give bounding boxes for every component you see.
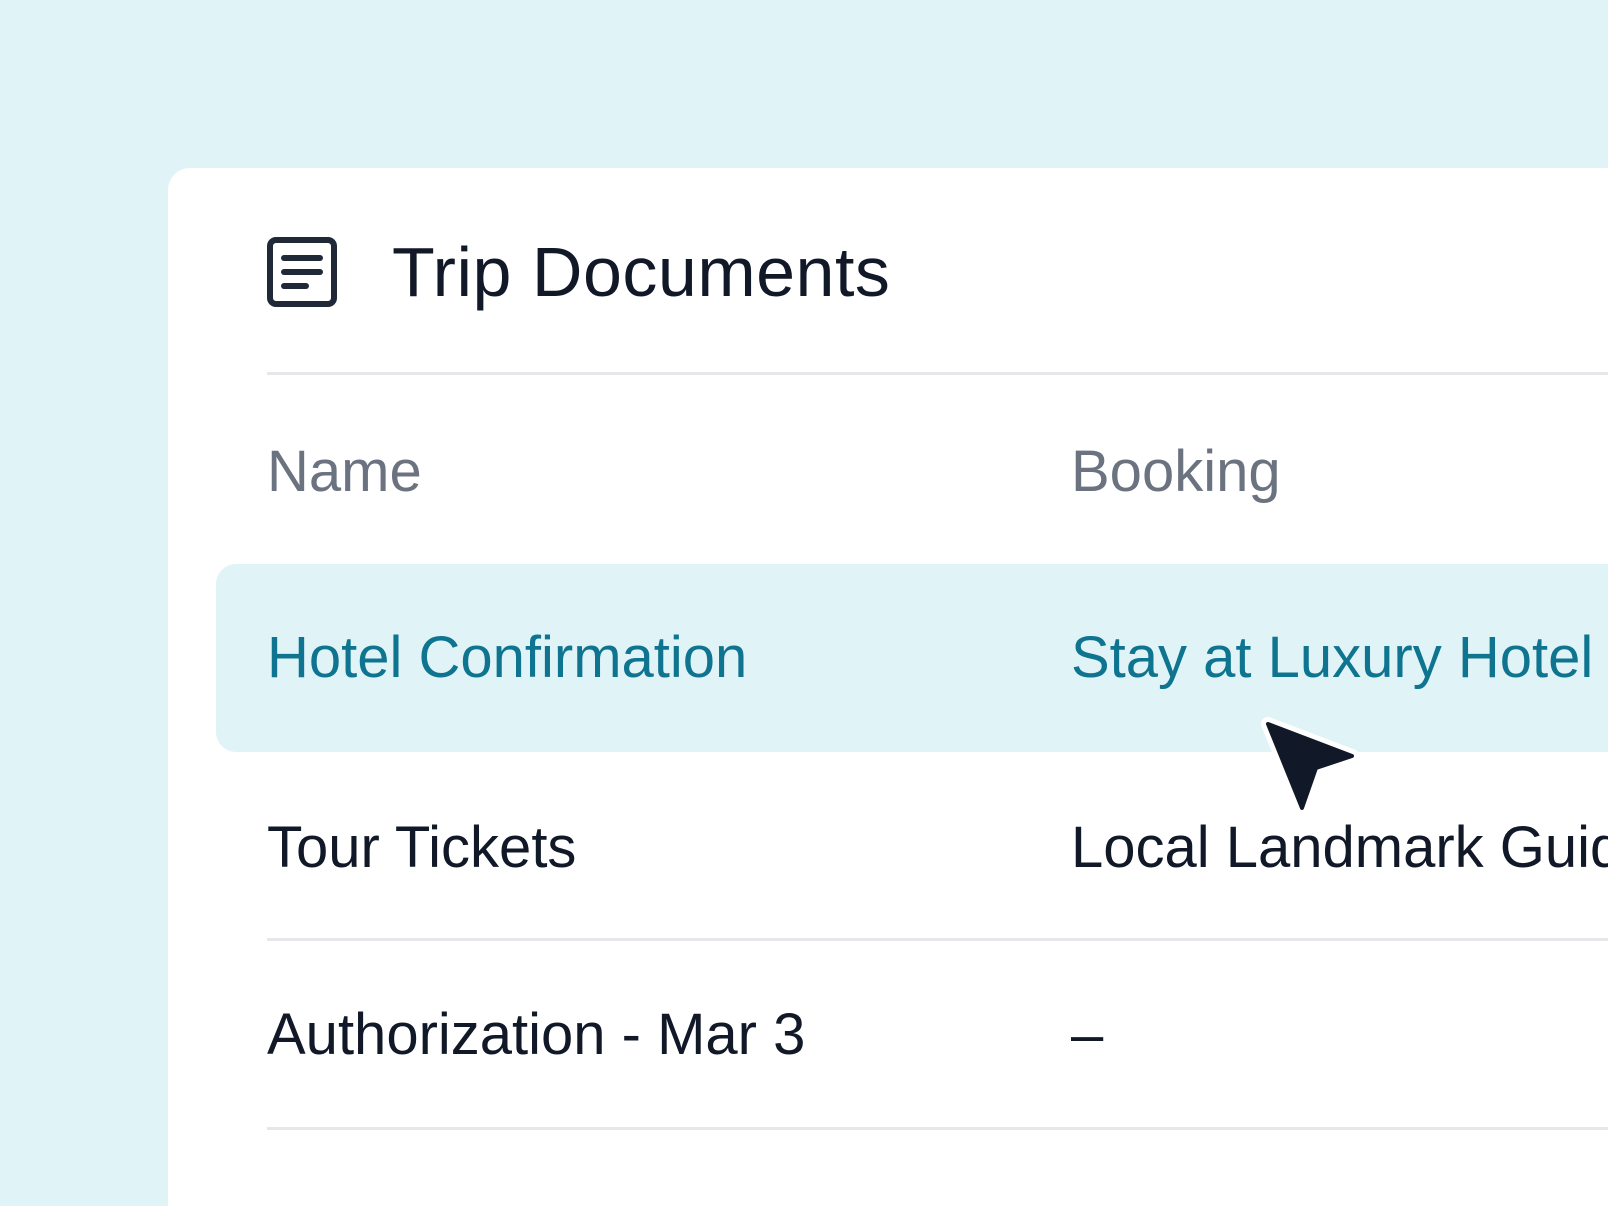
- table-row[interactable]: Tour Tickets Local Landmark Guided Tour: [168, 808, 1608, 888]
- row-name-cell[interactable]: Authorization - Mar 3: [267, 995, 805, 1075]
- row-name-cell[interactable]: Hotel Confirmation: [267, 618, 747, 698]
- table-row[interactable]: Hotel Confirmation Stay at Luxury Hotel: [168, 618, 1608, 698]
- row-booking-cell: –: [1071, 1002, 1104, 1067]
- row-divider: [267, 938, 1608, 941]
- trip-documents-card: Trip Documents Name Booking Hotel Confir…: [168, 168, 1608, 1206]
- column-header-name[interactable]: Name: [267, 432, 422, 512]
- column-header-booking[interactable]: Booking: [1071, 432, 1281, 512]
- row-booking-cell[interactable]: Local Landmark Guided Tour: [1071, 808, 1608, 888]
- documents-table: Name Booking Hotel Confirmation Stay at …: [168, 168, 1608, 1206]
- table-row[interactable]: Authorization - Mar 3 –: [168, 995, 1608, 1075]
- row-booking-cell[interactable]: Stay at Luxury Hotel: [1071, 618, 1593, 698]
- row-divider: [267, 1127, 1608, 1130]
- row-name-cell[interactable]: Tour Tickets: [267, 808, 576, 888]
- table-header-row: Name Booking: [168, 432, 1608, 512]
- pointer-cursor-icon: [1256, 710, 1366, 820]
